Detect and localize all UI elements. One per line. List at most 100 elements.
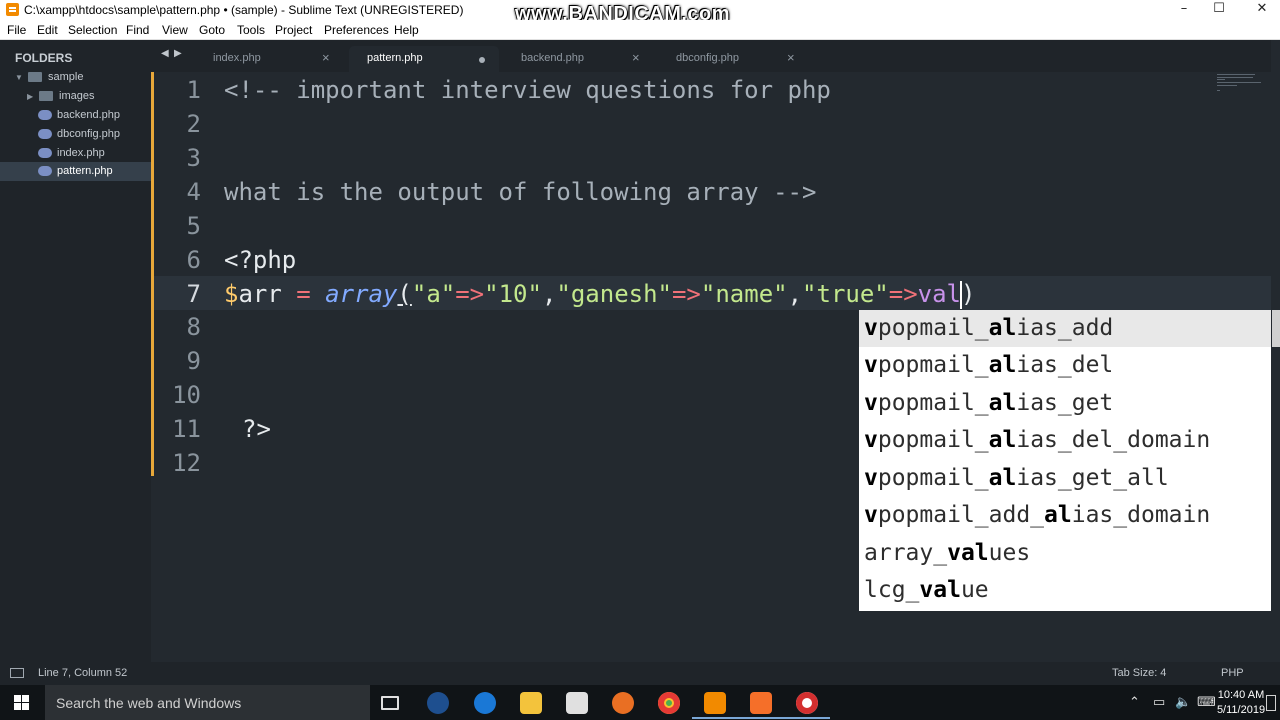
code-token: "ganesh" xyxy=(556,280,672,308)
code-token: ( xyxy=(397,280,412,308)
bandicam-icon[interactable] xyxy=(784,692,830,719)
chevron-up-icon[interactable]: ⌃ xyxy=(1129,694,1140,710)
globe-icon[interactable] xyxy=(427,692,449,714)
autocomplete-item[interactable]: vpopmail_add_alias_domain xyxy=(859,497,1271,534)
sidebar: FOLDERS ▼ sample ▶ images backend.php db… xyxy=(0,40,151,662)
sidebar-item-label: sample xyxy=(48,71,84,83)
code-token: => xyxy=(455,280,485,308)
sidebar-item-sample[interactable]: ▼ sample xyxy=(0,68,151,87)
code-line-4[interactable]: what is the output of following array --… xyxy=(224,175,816,209)
tab-index-php[interactable]: index.php × xyxy=(196,46,346,72)
tab-backend-php[interactable]: backend.php × xyxy=(504,46,654,72)
autocomplete-item[interactable]: vpopmail_alias_del_domain xyxy=(859,422,1271,459)
store-icon[interactable] xyxy=(566,692,588,714)
sidebar-item-backend-php[interactable]: backend.php xyxy=(0,106,151,125)
autocomplete-scrollbar[interactable] xyxy=(1272,310,1280,347)
folder-open-icon xyxy=(28,72,42,82)
menu-bar: File Edit Selection Find View Goto Tools… xyxy=(0,20,1280,40)
line-number: 1 xyxy=(186,76,201,104)
autocomplete-item[interactable]: array_values xyxy=(859,535,1271,572)
sidebar-item-pattern-php[interactable]: pattern.php xyxy=(0,162,151,181)
close-icon[interactable]: × xyxy=(632,50,640,65)
sidebar-item-dbconfig-php[interactable]: dbconfig.php xyxy=(0,125,151,144)
tab-size-selector[interactable]: Tab Size: 4 xyxy=(1112,667,1166,679)
sidebar-item-index-php[interactable]: index.php xyxy=(0,144,151,163)
cursor-position: Line 7, Column 52 xyxy=(38,667,128,679)
volume-icon[interactable]: 🔈 xyxy=(1175,694,1191,710)
tab-label: dbconfig.php xyxy=(676,52,739,64)
panel-toggle-icon[interactable] xyxy=(10,668,24,678)
menu-help[interactable]: Help xyxy=(394,23,419,37)
php-file-icon xyxy=(38,129,52,139)
sidebar-item-label: index.php xyxy=(57,147,105,159)
expanded-arrow-icon[interactable]: ▼ xyxy=(15,68,23,87)
menu-view[interactable]: View xyxy=(162,23,188,37)
title-bar: C:\xampp\htdocs\sample\pattern.php • (sa… xyxy=(0,0,1280,25)
menu-selection[interactable]: Selection xyxy=(68,23,117,37)
code-token: "10" xyxy=(484,280,542,308)
code-line-11[interactable]: ?> xyxy=(242,412,271,446)
autocomplete-item[interactable]: lcg_value xyxy=(859,572,1271,609)
close-icon[interactable]: × xyxy=(787,50,795,65)
system-clock[interactable]: 10:40 AM 5/11/2019 xyxy=(1216,688,1266,718)
line-number: 4 xyxy=(186,178,201,206)
code-token: $ xyxy=(224,280,239,308)
code-line-1[interactable]: <!-- important interview questions for p… xyxy=(224,73,831,107)
autocomplete-item[interactable]: vpopmail_alias_get_all xyxy=(859,460,1271,497)
window-title: C:\xampp\htdocs\sample\pattern.php • (sa… xyxy=(24,3,464,17)
autocomplete-item[interactable]: vpopmail_alias_get xyxy=(859,385,1271,422)
code-line-7[interactable]: $arr = array("a"=>"10","ganesh"=>"name",… xyxy=(224,277,975,311)
menu-project[interactable]: Project xyxy=(275,23,312,37)
taskbar-search-box[interactable]: Search the web and Windows xyxy=(45,685,370,720)
clock-date: 5/11/2019 xyxy=(1216,704,1266,716)
line-number: 6 xyxy=(186,246,201,274)
tab-label: pattern.php xyxy=(367,52,423,64)
autocomplete-item[interactable]: vpopmail_alias_add xyxy=(859,310,1271,347)
tab-label: index.php xyxy=(213,52,261,64)
edge-icon[interactable] xyxy=(474,692,496,714)
firefox-icon[interactable] xyxy=(612,692,634,714)
maximize-button[interactable]: ☐ xyxy=(1196,0,1242,20)
tab-pattern-php[interactable]: pattern.php xyxy=(349,46,499,72)
sidebar-item-label: pattern.php xyxy=(57,165,113,177)
line-number: 9 xyxy=(186,347,201,375)
syntax-selector[interactable]: PHP xyxy=(1221,667,1244,679)
tab-label: backend.php xyxy=(521,52,584,64)
autocomplete-item[interactable]: vpopmail_alias_del xyxy=(859,347,1271,384)
tab-bar: ◀ ▶ index.php × pattern.php backend.php … xyxy=(151,40,1280,72)
clock-time: 10:40 AM xyxy=(1217,689,1265,701)
network-icon[interactable]: ▭ xyxy=(1153,694,1165,710)
code-token: "true" xyxy=(802,280,889,308)
code-token: , xyxy=(541,280,557,308)
chrome-icon[interactable] xyxy=(658,692,680,714)
menu-goto[interactable]: Goto xyxy=(199,23,225,37)
menu-preferences[interactable]: Preferences xyxy=(324,23,389,37)
keyboard-icon[interactable]: ⌨ xyxy=(1197,694,1216,710)
code-token: , xyxy=(787,280,803,308)
notifications-icon[interactable] xyxy=(1266,695,1276,711)
close-icon[interactable]: × xyxy=(322,50,330,65)
task-view-icon[interactable] xyxy=(381,696,399,710)
line-number: 10 xyxy=(172,381,201,409)
vertical-scrollbar[interactable] xyxy=(1271,40,1280,662)
tab-scroll-right-icon[interactable]: ▶ xyxy=(174,48,182,59)
line-number: 8 xyxy=(186,313,201,341)
sidebar-item-images[interactable]: ▶ images xyxy=(0,87,151,106)
code-line-6[interactable]: <?php xyxy=(224,243,296,277)
file-explorer-icon[interactable] xyxy=(520,692,542,714)
tab-dbconfig-php[interactable]: dbconfig.php × xyxy=(659,46,809,72)
menu-edit[interactable]: Edit xyxy=(37,23,58,37)
menu-file[interactable]: File xyxy=(7,23,26,37)
menu-find[interactable]: Find xyxy=(126,23,149,37)
sublime-text-icon[interactable] xyxy=(692,692,738,719)
close-button[interactable]: ✕ xyxy=(1239,0,1280,20)
xampp-icon[interactable] xyxy=(738,692,784,719)
windows-start-icon[interactable] xyxy=(14,695,30,711)
unsaved-dot-icon[interactable] xyxy=(479,57,485,63)
line-number: 5 xyxy=(186,212,201,240)
menu-tools[interactable]: Tools xyxy=(237,23,265,37)
line-number: 3 xyxy=(186,144,201,172)
status-bar: Line 7, Column 52 Tab Size: 4 PHP xyxy=(0,662,1280,685)
tab-scroll-left-icon[interactable]: ◀ xyxy=(161,48,169,59)
collapsed-arrow-icon[interactable]: ▶ xyxy=(27,87,33,106)
